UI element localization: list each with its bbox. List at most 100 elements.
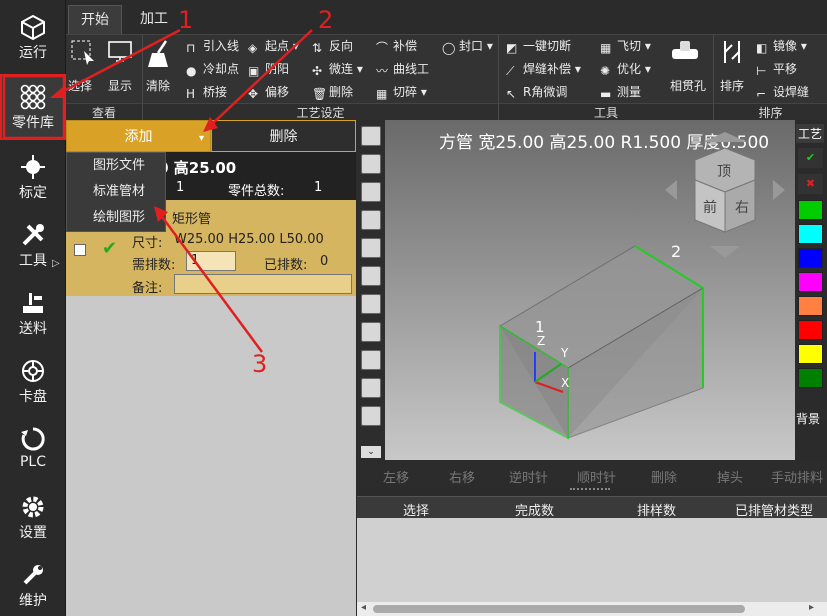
r-corner-adjust-button[interactable]: ↖ R角微调	[506, 83, 567, 101]
rotate-cw-button[interactable]: 顺时针	[577, 467, 616, 486]
add-button[interactable]: 添加 ▾	[66, 120, 211, 152]
process-label[interactable]: 工艺	[796, 124, 825, 143]
bridge-button[interactable]: H 桥接	[186, 83, 227, 101]
view-iso2-button[interactable]	[361, 322, 381, 342]
layer-color-swatch[interactable]	[798, 320, 823, 340]
hide-toggle-x-icon[interactable]: ✖	[798, 174, 823, 194]
compensation-icon: ⌒	[376, 41, 389, 55]
move-right-button[interactable]: 右移	[449, 467, 475, 486]
curve-button[interactable]: 〰曲线工	[376, 60, 429, 78]
layer-color-swatch[interactable]	[798, 296, 823, 316]
layer-color-swatch[interactable]	[798, 200, 823, 220]
translate-button[interactable]: ⊢ 平移	[756, 60, 797, 78]
expand-arrow-icon[interactable]: ▷	[52, 258, 60, 269]
sidebar-item-tools[interactable]: 工具 ▷	[0, 212, 66, 276]
add-label: 添加	[124, 129, 153, 145]
view-iso3-button[interactable]	[361, 350, 381, 370]
optimize-button[interactable]: ✺ 优化 ▾	[600, 60, 651, 78]
sort-button[interactable]	[720, 39, 744, 68]
compensation-button[interactable]: ⌒ 补偿	[376, 37, 417, 55]
view-top-button[interactable]	[361, 266, 381, 286]
tab-process[interactable]: 加工	[128, 5, 180, 34]
sidebar-item-parts-library[interactable]: 零件库	[0, 74, 66, 140]
3d-viewport[interactable]: 方管 宽25.00 高25.00 R1.500 厚度0.500 顶 前 右 1 …	[385, 120, 795, 460]
micro-joint-icon: ✣	[312, 64, 323, 78]
horizontal-scrollbar[interactable]: ◂ ▸	[357, 602, 827, 616]
col-header-select[interactable]: 选择	[403, 500, 429, 519]
sidebar-item-calibrate[interactable]: 标定	[0, 144, 66, 208]
weld-compensation-button[interactable]: ⟋ 焊缝补偿 ▾	[506, 60, 581, 78]
visible-toggle-check-icon[interactable]: ✔	[798, 148, 823, 168]
scroll-thumb[interactable]	[373, 605, 745, 613]
one-key-cut-button[interactable]: ◩ 一键切断	[506, 37, 571, 55]
sidebar-item-run[interactable]: 运行	[0, 4, 66, 68]
layer-color-swatch[interactable]	[798, 368, 823, 388]
sidebar-item-feed[interactable]: 送料	[0, 280, 66, 344]
sidebar-item-settings[interactable]: 设置	[0, 484, 66, 548]
manual-nest-button[interactable]: 手动排料	[771, 467, 823, 486]
toolbar-expand-icon[interactable]: ⌄	[361, 446, 381, 458]
col-header-tube-type[interactable]: 已排管材类型	[735, 500, 813, 519]
display-label: 显示	[108, 79, 133, 93]
tab-start[interactable]: 开始	[68, 5, 122, 34]
col-header-nest-count[interactable]: 排样数	[637, 500, 676, 519]
sidebar-item-maintenance[interactable]: 维护	[0, 552, 66, 616]
intersect-hole-button[interactable]	[670, 39, 700, 68]
menu-item-draw-shape[interactable]: 绘制图形	[67, 205, 165, 231]
yin-yang-button[interactable]: ▣ 阴阳	[248, 60, 289, 78]
rotate-ccw-button[interactable]: 逆时针	[509, 467, 548, 486]
splitter-handle[interactable]	[570, 488, 610, 494]
size-label: 尺寸:	[132, 236, 163, 251]
layer-color-swatch[interactable]	[798, 344, 823, 364]
sidebar-item-chuck[interactable]: 卡盘	[0, 348, 66, 412]
lead-in-button[interactable]: ⊓ 引入线	[186, 37, 239, 55]
clear-button[interactable]	[148, 39, 172, 72]
cooling-point-button[interactable]: ● 冷却点	[186, 60, 239, 78]
fly-cut-button[interactable]: ▦ 飞切 ▾	[600, 37, 651, 55]
pipe-intersect-icon	[672, 41, 698, 59]
view-left-button[interactable]	[361, 210, 381, 230]
seal-button[interactable]: ◯ 封口 ▾	[442, 37, 493, 55]
view-front-button[interactable]	[361, 154, 381, 174]
micro-joint-button[interactable]: ✣ 微连 ▾	[312, 60, 363, 78]
layer-color-swatch[interactable]	[798, 272, 823, 292]
chop-button[interactable]: ▦ 切碎 ▾	[376, 83, 427, 101]
view-bottom-button[interactable]	[361, 294, 381, 314]
sidebar-item-label: 工具	[19, 253, 47, 269]
group-label-sort: 排序	[714, 103, 827, 121]
reverse-button[interactable]: ⇅ 反向	[312, 37, 353, 55]
wrench-icon	[23, 565, 43, 585]
view-iso5-button[interactable]	[361, 406, 381, 426]
layer-color-swatch[interactable]	[798, 248, 823, 268]
layer-color-swatch[interactable]	[798, 224, 823, 244]
select-button[interactable]	[70, 39, 96, 68]
mirror-button[interactable]: ◧ 镜像 ▾	[756, 37, 807, 55]
note-input[interactable]	[174, 274, 352, 294]
view-cube-icon[interactable]: 顶 前 右	[655, 120, 795, 260]
menu-item-standard-tube[interactable]: 标准管材	[67, 179, 165, 205]
sidebar-item-plc[interactable]: PLC	[0, 416, 66, 480]
move-left-button[interactable]: 左移	[383, 467, 409, 486]
nest-delete-button[interactable]: 删除	[651, 467, 677, 486]
view-iso4-button[interactable]	[361, 378, 381, 398]
delete-button[interactable]: 删除	[211, 120, 356, 152]
part-checkbox[interactable]	[74, 244, 86, 256]
need-count-input[interactable]: 1	[186, 251, 236, 271]
flip-button[interactable]: 掉头	[717, 467, 743, 486]
col-header-done[interactable]: 完成数	[515, 500, 554, 519]
scroll-left-arrow-icon[interactable]: ◂	[361, 602, 366, 613]
display-button[interactable]	[108, 41, 132, 66]
background-label[interactable]: 背景	[796, 410, 820, 427]
start-point-button[interactable]: ◈ 起点 ▾	[248, 37, 299, 55]
view-iso-button[interactable]	[361, 126, 381, 146]
scroll-right-arrow-icon[interactable]: ▸	[809, 602, 814, 613]
view-right-button[interactable]	[361, 238, 381, 258]
sidebar-item-label: 运行	[19, 45, 47, 61]
delete-process-button[interactable]: 🗑 删除	[312, 83, 353, 101]
view-back-button[interactable]	[361, 182, 381, 202]
measure-button[interactable]: ▬ 测量	[600, 83, 641, 101]
offset-button[interactable]: ✥ 偏移	[248, 83, 289, 101]
dropdown-arrow-icon[interactable]: ▾	[199, 123, 204, 155]
menu-item-graphic-file[interactable]: 图形文件	[67, 153, 165, 179]
set-weld-button[interactable]: ⌐ 设焊缝	[756, 83, 809, 101]
